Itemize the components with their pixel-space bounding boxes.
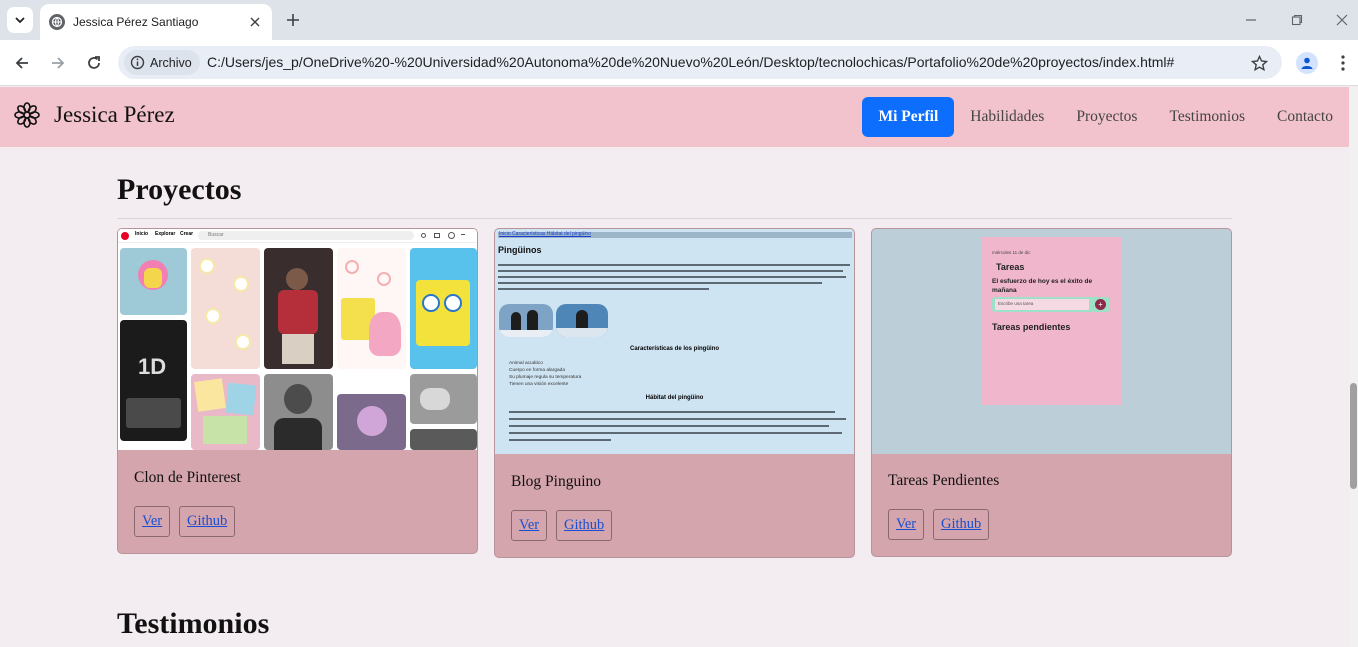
pin-tile xyxy=(191,248,260,369)
thumb-section-caracteristicas: Características de los pingüino xyxy=(629,346,720,352)
browser-menu-button[interactable] xyxy=(1333,52,1353,74)
project-title: Tareas Pendientes xyxy=(888,472,1000,489)
bookmark-button[interactable] xyxy=(1248,52,1270,74)
thumb-heading: Pingüinos xyxy=(498,245,542,255)
info-icon xyxy=(130,55,145,70)
nav-proyectos[interactable]: Proyectos xyxy=(1060,97,1153,137)
thumb-task-input: Escribe una tarea + xyxy=(992,297,1110,312)
thumb-penguin-photo xyxy=(556,304,608,337)
address-bar[interactable]: Archivo C:/Users/jes_p/OneDrive%20-%20Un… xyxy=(118,46,1282,79)
thumb-todo-panel: miércoles 11 de dic Tareas El esfuerzo d… xyxy=(982,237,1122,405)
github-button[interactable]: Github xyxy=(933,509,990,540)
thumb-section-habitat: Hábitat del pingüino xyxy=(645,395,704,401)
pin-tile xyxy=(337,248,406,369)
section-title-proyectos: Proyectos xyxy=(117,173,242,206)
restore-icon xyxy=(1291,14,1303,26)
tab-title: Jessica Pérez Santiago xyxy=(73,15,199,29)
main-nav: Mi Perfil Habilidades Proyectos Testimon… xyxy=(862,97,1349,137)
user-icon xyxy=(1301,57,1313,69)
add-task-icon: + xyxy=(1095,299,1106,310)
section-divider xyxy=(117,218,1232,219)
forward-button[interactable] xyxy=(44,49,72,77)
arrow-right-icon xyxy=(52,57,65,69)
site-info-chip[interactable]: Archivo xyxy=(124,50,200,75)
github-button[interactable]: Github xyxy=(556,510,613,541)
url-text[interactable]: C:/Users/jes_p/OneDrive%20-%20Universida… xyxy=(207,54,1237,70)
nav-testimonios[interactable]: Testimonios xyxy=(1153,97,1261,137)
brand[interactable]: Jessica Pérez xyxy=(14,102,175,128)
project-card-tareas: miércoles 11 de dic Tareas El esfuerzo d… xyxy=(871,228,1232,557)
project-card-pinguino: Inicio Características Hábitat del pingü… xyxy=(494,228,855,558)
close-window-button[interactable] xyxy=(1329,8,1355,32)
nav-habilidades[interactable]: Habilidades xyxy=(954,97,1060,137)
close-icon xyxy=(1336,14,1348,26)
project-title: Blog Pinguino xyxy=(511,473,602,490)
thumb-penguin-photo xyxy=(499,304,553,337)
thumb-nav-crear: Crear xyxy=(180,231,194,237)
section-title-testimonios: Testimonios xyxy=(117,607,270,640)
thumb-nav-inicio: Inicio xyxy=(135,231,149,237)
pin-tile xyxy=(264,374,333,450)
reload-icon xyxy=(88,56,100,69)
new-tab-button[interactable] xyxy=(281,8,305,32)
close-tab-button[interactable] xyxy=(246,13,264,31)
view-button[interactable]: Ver xyxy=(888,509,925,540)
pin-poster-text: 1D xyxy=(138,354,167,379)
reload-button[interactable] xyxy=(80,49,108,77)
thumb-topbar: Inicio Explorar Crear Buscar xyxy=(118,229,477,243)
arrow-left-icon xyxy=(15,57,28,69)
page-scrollbar[interactable] xyxy=(1349,87,1358,647)
pin-tile xyxy=(191,374,260,450)
chevron-down-icon xyxy=(461,234,465,237)
minimize-icon xyxy=(1246,19,1256,21)
site-chip-label: Archivo xyxy=(150,55,192,70)
pin-tile xyxy=(120,248,187,315)
view-button[interactable]: Ver xyxy=(134,506,171,537)
thumb-nav-explorar: Explorar xyxy=(155,231,176,237)
thumb-list: Animal acuático Cuerpo en forma alargada… xyxy=(509,361,582,387)
pin-tile: 1D xyxy=(120,320,187,441)
chevron-down-icon xyxy=(15,17,25,24)
site-header: Jessica Pérez Mi Perfil Habilidades Proy… xyxy=(0,87,1349,147)
close-icon xyxy=(250,17,260,27)
pin-tile xyxy=(410,374,477,424)
brand-name: Jessica Pérez xyxy=(54,102,175,127)
globe-icon xyxy=(49,14,65,30)
pin-tile xyxy=(410,248,477,369)
tab-search-button[interactable] xyxy=(7,7,33,33)
thumb-search: Buscar xyxy=(198,231,414,240)
minimize-button[interactable] xyxy=(1238,8,1264,32)
scrollbar-thumb[interactable] xyxy=(1350,383,1357,489)
more-vertical-icon xyxy=(1341,55,1345,71)
browser-tab-strip: Jessica Pérez Santiago xyxy=(0,0,1358,40)
page-viewport: Jessica Pérez Mi Perfil Habilidades Proy… xyxy=(0,87,1358,647)
pin-tile xyxy=(410,429,477,450)
pin-tile xyxy=(337,394,406,450)
plus-icon xyxy=(287,14,299,26)
browser-toolbar: Archivo C:/Users/jes_p/OneDrive%20-%20Un… xyxy=(0,40,1358,86)
project-thumbnail-pinguino: Inicio Características Hábitat del pingü… xyxy=(495,229,854,454)
profile-button[interactable] xyxy=(1296,52,1318,74)
star-icon xyxy=(1250,54,1268,71)
nav-mi-perfil[interactable]: Mi Perfil xyxy=(862,97,955,137)
restore-button[interactable] xyxy=(1284,8,1310,32)
back-button[interactable] xyxy=(8,49,36,77)
project-card-pinterest: Inicio Explorar Crear Buscar 1D Clon de … xyxy=(117,228,478,554)
thumb-habitat-lines xyxy=(509,411,849,441)
pinterest-logo-icon xyxy=(121,232,129,240)
github-button[interactable]: Github xyxy=(179,506,236,537)
thumb-nav-strip: Inicio Características Hábitat del pingü… xyxy=(498,231,852,238)
thumb-paragraph-lines xyxy=(498,264,850,294)
avatar xyxy=(448,232,455,239)
pin-tile xyxy=(264,248,333,369)
bell-icon xyxy=(421,233,426,238)
project-thumbnail-pinterest: Inicio Explorar Crear Buscar 1D xyxy=(118,229,477,450)
message-icon xyxy=(434,233,440,238)
flower-logo-icon xyxy=(14,102,40,128)
project-thumbnail-tareas: miércoles 11 de dic Tareas El esfuerzo d… xyxy=(872,229,1231,454)
view-button[interactable]: Ver xyxy=(511,510,548,541)
project-title: Clon de Pinterest xyxy=(134,469,241,486)
browser-tab[interactable]: Jessica Pérez Santiago xyxy=(40,4,272,40)
nav-contacto[interactable]: Contacto xyxy=(1261,97,1349,137)
